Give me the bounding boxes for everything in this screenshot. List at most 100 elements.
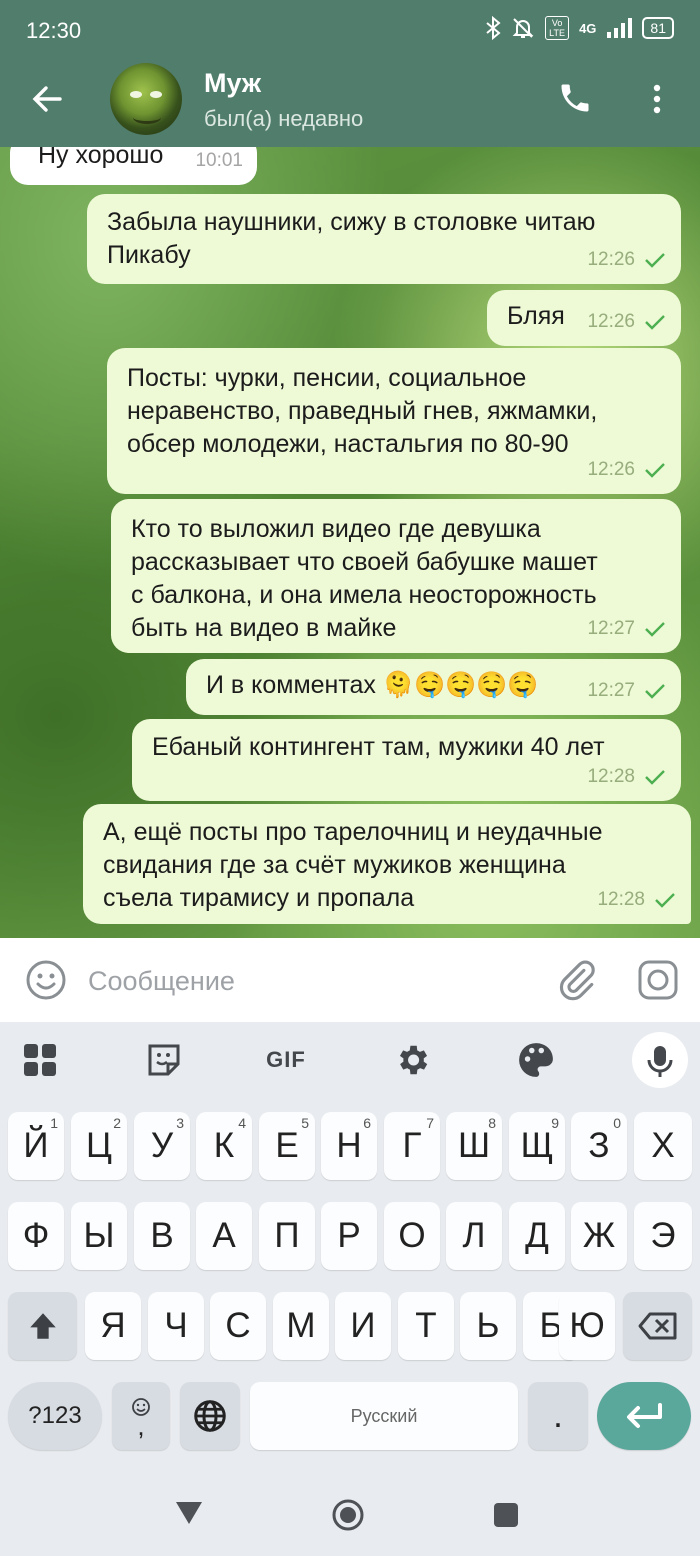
key[interactable]: Л	[446, 1202, 502, 1270]
key[interactable]: Ь	[460, 1292, 516, 1360]
key[interactable]: Ц2	[71, 1112, 127, 1180]
nav-back-icon[interactable]	[174, 1500, 204, 1526]
key[interactable]: Ш8	[446, 1112, 502, 1180]
message-bubble-outgoing[interactable]: Кто то выложил видео где девушка рассказ…	[111, 499, 681, 653]
palette-icon[interactable]	[514, 1038, 558, 1082]
nav-recents-icon[interactable]	[493, 1502, 519, 1528]
key[interactable]: Г7	[384, 1112, 440, 1180]
key-hint: 1	[50, 1115, 58, 1131]
key[interactable]: Э	[634, 1202, 692, 1270]
key-hint: 3	[176, 1115, 184, 1131]
backspace-key[interactable]	[623, 1292, 692, 1360]
message-meta: 12:28	[597, 883, 677, 916]
message-time: 12:26	[587, 311, 635, 332]
period-key[interactable]: .	[528, 1382, 588, 1450]
comma-emoji-key[interactable]: ,	[112, 1382, 170, 1450]
key[interactable]: Ж	[571, 1202, 627, 1270]
key[interactable]: Щ9	[509, 1112, 565, 1180]
read-check-icon	[645, 314, 665, 330]
key[interactable]: С	[210, 1292, 266, 1360]
read-check-icon	[645, 252, 665, 268]
back-arrow-icon[interactable]	[30, 82, 64, 116]
key-hint: 4	[238, 1115, 246, 1131]
message-bubble-outgoing[interactable]: А, ещё посты про тарелочниц и неудачные …	[83, 804, 691, 924]
key[interactable]: Н6	[321, 1112, 377, 1180]
last-seen-status: был(а) недавно	[204, 106, 364, 131]
emoji-icon[interactable]	[25, 959, 67, 1001]
key[interactable]: Т	[398, 1292, 454, 1360]
key[interactable]: Я	[85, 1292, 141, 1360]
key-label: Ж	[582, 1216, 616, 1255]
message-bubble-incoming[interactable]: Ну хорошо 10:01	[10, 147, 257, 185]
key[interactable]: М	[273, 1292, 329, 1360]
key[interactable]: К4	[196, 1112, 252, 1180]
key[interactable]: Д	[509, 1202, 565, 1270]
key[interactable]: И	[335, 1292, 391, 1360]
message-bubble-outgoing[interactable]: Посты: чурки, пенсии, социальное неравен…	[107, 348, 681, 494]
key[interactable]: Х	[634, 1112, 692, 1180]
message-bubble-outgoing[interactable]: Ебаный контингент там, мужики 40 лет 12:…	[132, 719, 681, 801]
key[interactable]: Ф	[8, 1202, 64, 1270]
phone-call-icon[interactable]	[557, 80, 593, 116]
message-text: Бляя	[507, 302, 565, 330]
backspace-icon	[638, 1312, 676, 1340]
key-label: Ь	[476, 1306, 500, 1345]
message-bubble-outgoing[interactable]: И в комментах 🫠🤤🤤🤤🤤 12:27	[186, 659, 681, 715]
key[interactable]: Ы	[71, 1202, 127, 1270]
message-time: 12:26	[587, 249, 635, 270]
key[interactable]: О	[384, 1202, 440, 1270]
key[interactable]: Е5	[259, 1112, 315, 1180]
key-label: В	[150, 1216, 174, 1255]
key-label: Русский	[350, 1405, 418, 1426]
message-time: 12:28	[597, 889, 645, 910]
gif-button[interactable]: GIF	[264, 1038, 308, 1082]
key-hint: 6	[363, 1115, 371, 1131]
key[interactable]: В	[134, 1202, 190, 1270]
key[interactable]: Ч	[148, 1292, 204, 1360]
settings-gear-icon[interactable]	[390, 1038, 434, 1082]
sticker-icon[interactable]	[142, 1038, 186, 1082]
symbols-key[interactable]: ?123	[8, 1382, 102, 1450]
message-composer	[0, 938, 700, 1022]
message-input[interactable]	[86, 960, 530, 1002]
camera-icon[interactable]	[637, 959, 679, 1001]
key-label: Г	[402, 1126, 422, 1165]
status-bar: 12:30 Vo LTE 4G 81	[0, 0, 700, 62]
key-label: Й	[23, 1126, 49, 1165]
microphone-icon	[647, 1046, 673, 1077]
key[interactable]: У3	[134, 1112, 190, 1180]
key-label: У	[150, 1126, 174, 1165]
voice-input-button[interactable]	[632, 1032, 688, 1088]
key[interactable]: Й1	[8, 1112, 64, 1180]
shift-key[interactable]	[8, 1292, 77, 1360]
key-label: И	[350, 1306, 376, 1345]
contact-name[interactable]: Муж	[204, 68, 261, 99]
apps-grid-icon[interactable]	[18, 1038, 62, 1082]
status-icons: Vo LTE 4G 81	[485, 16, 674, 40]
volte-icon: Vo LTE	[545, 16, 570, 40]
nav-home-icon[interactable]	[331, 1498, 365, 1532]
message-bubble-outgoing[interactable]: Бляя 12:26	[487, 290, 681, 346]
paperclip-icon[interactable]	[555, 959, 597, 1001]
space-key[interactable]: Русский	[250, 1382, 518, 1450]
message-text: И в комментах 🫠🤤🤤🤤🤤	[206, 671, 539, 699]
language-key[interactable]	[180, 1382, 240, 1450]
more-options-icon[interactable]	[645, 82, 669, 116]
contact-avatar[interactable]	[110, 63, 182, 135]
key-label: Я	[100, 1306, 126, 1345]
chat-messages[interactable]: Ну хорошо 10:01 Забыла наушники, сижу в …	[0, 147, 700, 938]
message-meta: 10:01	[195, 147, 243, 177]
key-hint: 0	[613, 1115, 621, 1131]
message-meta: 12:26	[587, 243, 667, 276]
key-hint: 9	[551, 1115, 559, 1131]
avatar-eye	[130, 91, 142, 98]
key[interactable]: А	[196, 1202, 252, 1270]
key[interactable]: Р	[321, 1202, 377, 1270]
message-bubble-outgoing[interactable]: Забыла наушники, сижу в столовке читаю П…	[87, 194, 681, 284]
key[interactable]: П	[259, 1202, 315, 1270]
message-text: Забыла наушники, сижу в столовке читаю П…	[107, 208, 596, 269]
enter-key[interactable]	[597, 1382, 691, 1450]
key-label: Ц	[86, 1126, 112, 1165]
key[interactable]: З0	[571, 1112, 627, 1180]
key[interactable]: Ю	[559, 1292, 615, 1360]
